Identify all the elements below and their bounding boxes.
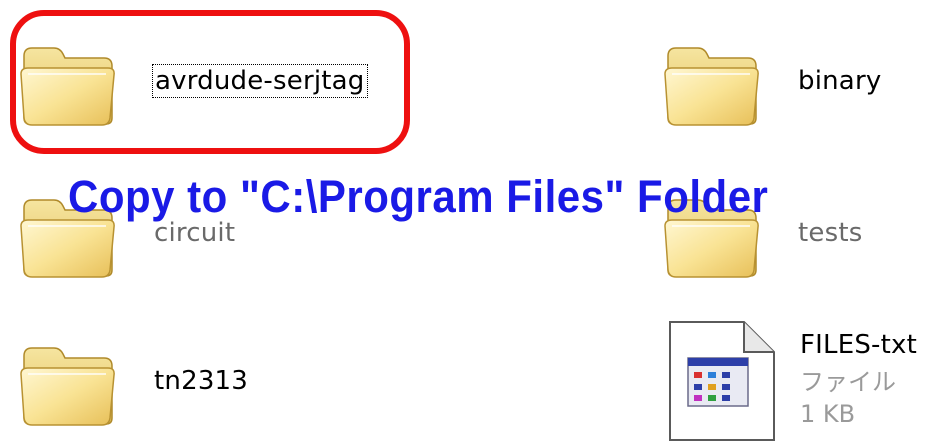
- folder-label: tn2313: [154, 366, 249, 396]
- folder-icon: [18, 34, 118, 130]
- file-item-files-txt[interactable]: FILES-txt ファイル 1 KB: [664, 318, 937, 444]
- folder-label: binary: [798, 66, 882, 96]
- folder-label: tests: [798, 218, 863, 248]
- instruction-annotation: Copy to "C:\Program Files" Folder: [68, 171, 769, 222]
- folder-icon: [662, 34, 762, 130]
- file-name-label: FILES-txt: [800, 330, 917, 360]
- folder-icon: [18, 334, 118, 430]
- folder-item-binary[interactable]: binary: [662, 34, 922, 134]
- folder-item-tn2313[interactable]: tn2313: [18, 334, 338, 434]
- folder-label: avrdude-serjtag: [152, 64, 368, 98]
- folder-item-avrdude-serjtag[interactable]: avrdude-serjtag: [18, 34, 388, 134]
- file-type-label: ファイル: [800, 368, 896, 396]
- file-size-label: 1 KB: [800, 400, 856, 428]
- document-icon: [669, 321, 775, 441]
